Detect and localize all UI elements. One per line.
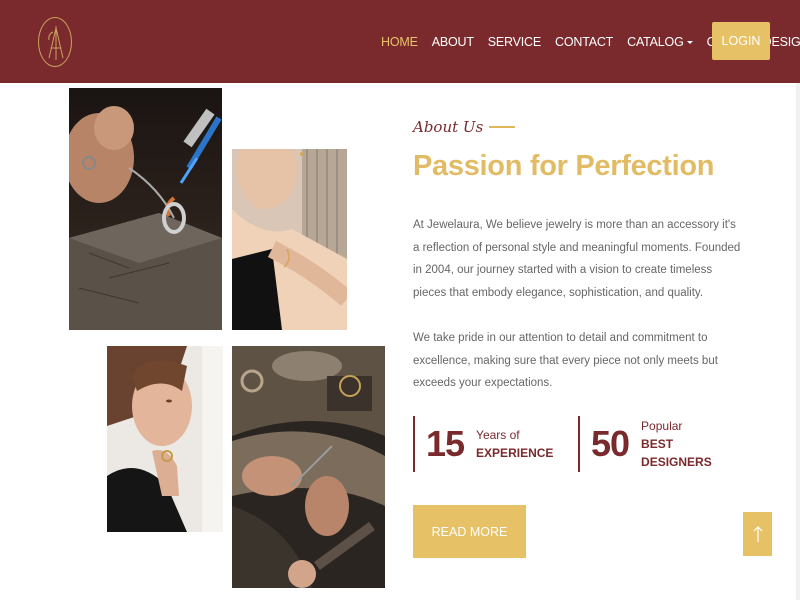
stat-label-top: Popular	[641, 419, 683, 433]
stat-label-bottom-2: DESIGNERS	[641, 455, 712, 469]
stat-label-bottom: EXPERIENCE	[476, 446, 554, 460]
nav-about[interactable]: ABOUT	[432, 35, 474, 49]
jeweler-soldering-ring-photo	[69, 88, 222, 330]
nav-contact[interactable]: CONTACT	[555, 35, 613, 49]
read-more-button[interactable]: READ MORE	[413, 505, 526, 558]
nav-catalog-label: CATALOG	[627, 34, 684, 49]
stat-label-top: Years of	[476, 428, 520, 442]
stat-designers: 50 Popular BEST DESIGNERS	[578, 416, 712, 472]
logo-monogram-icon	[48, 26, 64, 60]
section-heading: Passion for Perfection	[413, 150, 715, 182]
caret-down-icon	[686, 40, 693, 44]
stat-experience: 15 Years of EXPERIENCE	[413, 416, 553, 472]
woman-wearing-bracelet-photo	[232, 149, 347, 330]
nav-home[interactable]: HOME	[381, 35, 418, 49]
stat-label-bottom: BEST	[641, 437, 674, 451]
brand-logo[interactable]	[38, 17, 72, 67]
arrow-up-icon	[753, 526, 762, 542]
navbar: HOME ABOUT SERVICE CONTACT CATALOG CUSTO…	[0, 0, 800, 83]
jeweler-workbench-photo	[232, 346, 385, 588]
nav-catalog[interactable]: CATALOG	[627, 34, 693, 49]
about-paragraph-2: We take pride in our attention to detail…	[413, 332, 718, 389]
login-button[interactable]: LOGIN	[712, 22, 770, 60]
page-scrollbar[interactable]	[796, 83, 800, 600]
section-eyebrow: About Us	[413, 118, 516, 136]
eyebrow-divider	[489, 126, 516, 128]
stat-number: 15	[426, 423, 465, 464]
nav-service[interactable]: SERVICE	[488, 35, 541, 49]
about-paragraph-1: At Jewelaura, We believe jewelry is more…	[413, 219, 741, 299]
stat-number: 50	[591, 423, 630, 464]
eyebrow-label: About Us	[413, 118, 484, 136]
woman-wearing-ring-photo	[107, 346, 223, 532]
scroll-to-top-button[interactable]	[743, 512, 772, 556]
